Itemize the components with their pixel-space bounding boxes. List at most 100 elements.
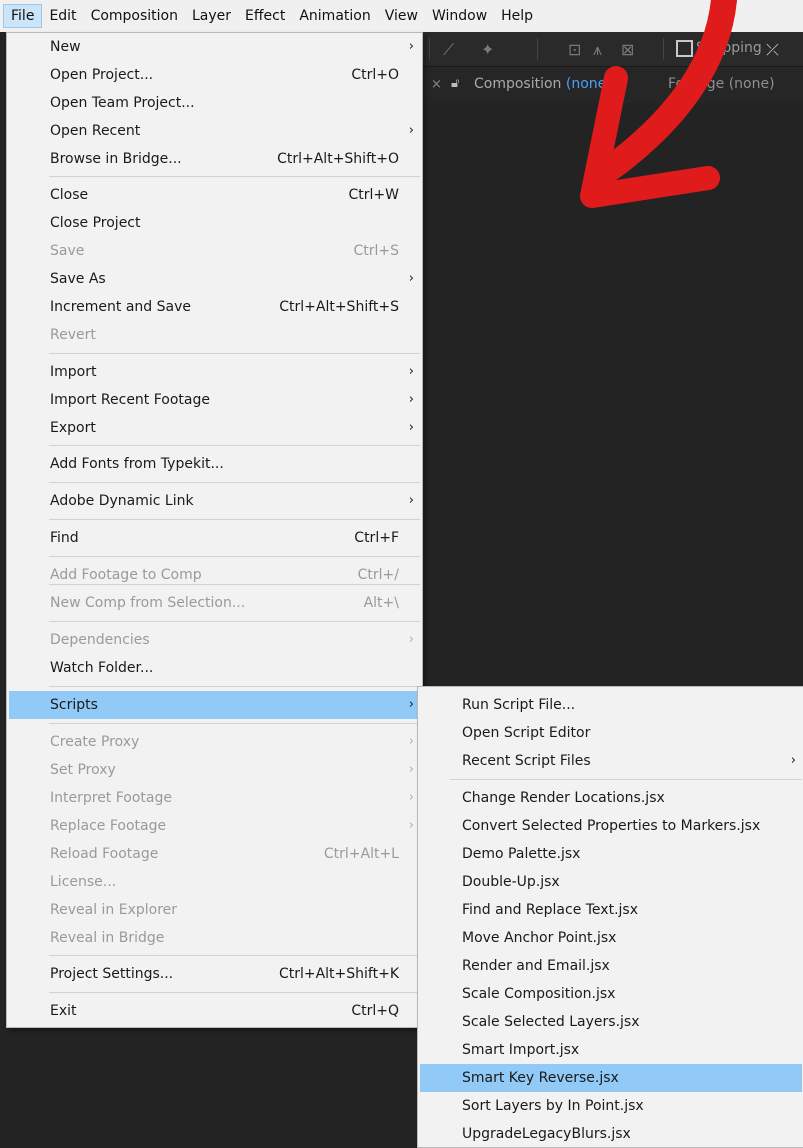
- script-item-scale-composition-jsx[interactable]: Scale Composition.jsx: [420, 980, 802, 1008]
- menu-separator: [49, 482, 420, 483]
- menu-separator: [49, 556, 420, 557]
- pin-tool-icon[interactable]: ✦: [481, 40, 494, 59]
- menu-item-close-project[interactable]: Close Project: [9, 209, 420, 237]
- menu-effect[interactable]: Effect: [238, 4, 292, 28]
- script-item-move-anchor-point-jsx[interactable]: Move Anchor Point.jsx: [420, 924, 802, 952]
- shortcut-label: Ctrl+W: [348, 187, 399, 203]
- menu-item-dependencies[interactable]: Dependencies ›: [9, 626, 420, 654]
- chevron-right-icon: ›: [408, 39, 414, 54]
- menu-item-label: Change Render Locations.jsx: [462, 790, 665, 806]
- menu-item-label: Recent Script Files: [462, 753, 591, 769]
- menu-separator: [49, 353, 420, 354]
- menu-window[interactable]: Window: [425, 4, 494, 28]
- menu-file[interactable]: File: [3, 4, 43, 28]
- menu-item-label: License...: [50, 874, 117, 890]
- menu-layer[interactable]: Layer: [185, 4, 238, 28]
- menu-item-label: Open Recent: [50, 123, 141, 139]
- menu-item-label: Reveal in Explorer: [50, 902, 178, 918]
- close-icon[interactable]: ×: [431, 77, 442, 92]
- menu-item-label: Run Script File...: [462, 697, 576, 713]
- menu-item-label: Set Proxy: [50, 762, 116, 778]
- chevron-right-icon: ›: [408, 632, 414, 647]
- chevron-right-icon: ›: [408, 123, 414, 138]
- menu-item-create-proxy[interactable]: Create Proxy ›: [9, 728, 420, 756]
- menu-item-revert[interactable]: Revert: [9, 321, 420, 349]
- chevron-right-icon: ›: [408, 734, 414, 749]
- menu-item-add-footage-to-comp[interactable]: Add Footage to Comp Ctrl+/: [9, 561, 420, 589]
- chevron-right-icon: ›: [408, 697, 414, 712]
- menu-item-label: Exit: [50, 1003, 77, 1019]
- menu-view[interactable]: View: [378, 4, 425, 28]
- menu-separator: [49, 621, 420, 622]
- menu-item-scripts[interactable]: Scripts ›: [9, 691, 420, 719]
- menu-item-label: Adobe Dynamic Link: [50, 493, 194, 509]
- lock-icon[interactable]: 🔓︎: [451, 76, 459, 91]
- menu-item-replace-footage[interactable]: Replace Footage ›: [9, 812, 420, 840]
- menu-item-browse-in-bridge[interactable]: Browse in Bridge... Ctrl+Alt+Shift+O: [9, 145, 420, 173]
- script-item-change-render-locations-jsx[interactable]: Change Render Locations.jsx: [420, 784, 802, 812]
- menu-item-label: Import: [50, 364, 97, 380]
- script-item-open-script-editor[interactable]: Open Script Editor: [420, 719, 802, 747]
- chevron-right-icon: ›: [790, 753, 796, 768]
- menu-item-increment-and-save[interactable]: Increment and Save Ctrl+Alt+Shift+S: [9, 293, 420, 321]
- menu-separator: [49, 176, 420, 177]
- menu-separator: [49, 723, 420, 724]
- menu-item-label: UpgradeLegacyBlurs.jsx: [462, 1126, 631, 1142]
- red-arrow-icon: [580, 0, 737, 208]
- menu-item-reveal-in-bridge[interactable]: Reveal in Bridge: [9, 924, 420, 952]
- script-item-sort-layers-by-in-point-jsx[interactable]: Sort Layers by In Point.jsx: [420, 1092, 802, 1120]
- menu-item-set-proxy[interactable]: Set Proxy ›: [9, 756, 420, 784]
- menu-animation[interactable]: Animation: [292, 4, 377, 28]
- script-item-render-and-email-jsx[interactable]: Render and Email.jsx: [420, 952, 802, 980]
- menu-item-import[interactable]: Import ›: [9, 358, 420, 386]
- menu-item-open-team-project[interactable]: Open Team Project...: [9, 89, 420, 117]
- menu-item-label: Save As: [50, 271, 106, 287]
- menu-item-export[interactable]: Export ›: [9, 414, 420, 442]
- scripts-submenu: Run Script File... Open Script Editor Rece…: [417, 686, 803, 1148]
- menu-item-close[interactable]: Close Ctrl+W: [9, 181, 420, 209]
- menu-item-import-recent-footage[interactable]: Import Recent Footage ›: [9, 386, 420, 414]
- menu-item-label: Replace Footage: [50, 818, 167, 834]
- menu-item-new-comp-from-selection[interactable]: New Comp from Selection... Alt+\: [9, 589, 420, 617]
- script-item-smart-key-reverse-jsx[interactable]: Smart Key Reverse.jsx: [420, 1064, 802, 1092]
- menu-item-label: Project Settings...: [50, 966, 174, 982]
- menu-item-open-project[interactable]: Open Project... Ctrl+O: [9, 61, 420, 89]
- menu-edit[interactable]: Edit: [42, 4, 83, 28]
- script-item-find-and-replace-text-jsx[interactable]: Find and Replace Text.jsx: [420, 896, 802, 924]
- puppet-tool-icon[interactable]: ⟋: [443, 40, 454, 60]
- menu-item-adobe-dynamic-link[interactable]: Adobe Dynamic Link ›: [9, 487, 420, 515]
- menu-item-label: Open Project...: [50, 67, 154, 83]
- script-item-convert-selected-properties-to-markers-jsx[interactable]: Convert Selected Properties to Markers.j…: [420, 812, 802, 840]
- menu-item-label: Scripts: [50, 697, 98, 713]
- menu-item-new[interactable]: New ›: [9, 33, 420, 61]
- menu-item-project-settings[interactable]: Project Settings... Ctrl+Alt+Shift+K: [9, 960, 420, 988]
- menu-item-reveal-in-explorer[interactable]: Reveal in Explorer: [9, 896, 420, 924]
- chevron-right-icon: ›: [408, 392, 414, 407]
- script-item-smart-import-jsx[interactable]: Smart Import.jsx: [420, 1036, 802, 1064]
- script-item-upgradelegacyblurs-jsx[interactable]: UpgradeLegacyBlurs.jsx: [420, 1120, 802, 1148]
- menu-item-save-as[interactable]: Save As ›: [9, 265, 420, 293]
- menu-item-interpret-footage[interactable]: Interpret Footage ›: [9, 784, 420, 812]
- menu-composition[interactable]: Composition: [84, 4, 185, 28]
- menu-item-label: New: [50, 39, 81, 55]
- menu-separator: [450, 779, 802, 780]
- menu-item-open-recent[interactable]: Open Recent ›: [9, 117, 420, 145]
- menu-item-save[interactable]: Save Ctrl+S: [9, 237, 420, 265]
- menu-item-reload-footage[interactable]: Reload Footage Ctrl+Alt+L: [9, 840, 420, 868]
- menu-item-watch-folder[interactable]: Watch Folder...: [9, 654, 420, 682]
- menu-item-label: Open Team Project...: [50, 95, 195, 111]
- script-item-run-script-file[interactable]: Run Script File...: [420, 691, 802, 719]
- script-item-recent-script-files[interactable]: Recent Script Files ›: [420, 747, 802, 775]
- menu-item-label: Reveal in Bridge: [50, 930, 165, 946]
- menu-item-license[interactable]: License...: [9, 868, 420, 896]
- menu-item-add-fonts-from-typekit[interactable]: Add Fonts from Typekit...: [9, 450, 420, 478]
- script-item-demo-palette-jsx[interactable]: Demo Palette.jsx: [420, 840, 802, 868]
- menu-item-find[interactable]: Find Ctrl+F: [9, 524, 420, 552]
- menu-separator: [49, 992, 420, 993]
- menu-item-label: Dependencies: [50, 632, 150, 648]
- menu-item-label: Close Project: [50, 215, 141, 231]
- script-item-scale-selected-layers-jsx[interactable]: Scale Selected Layers.jsx: [420, 1008, 802, 1036]
- script-item-double-up-jsx[interactable]: Double-Up.jsx: [420, 868, 802, 896]
- menu-item-label: Import Recent Footage: [50, 392, 211, 408]
- menu-item-exit[interactable]: Exit Ctrl+Q: [9, 997, 420, 1025]
